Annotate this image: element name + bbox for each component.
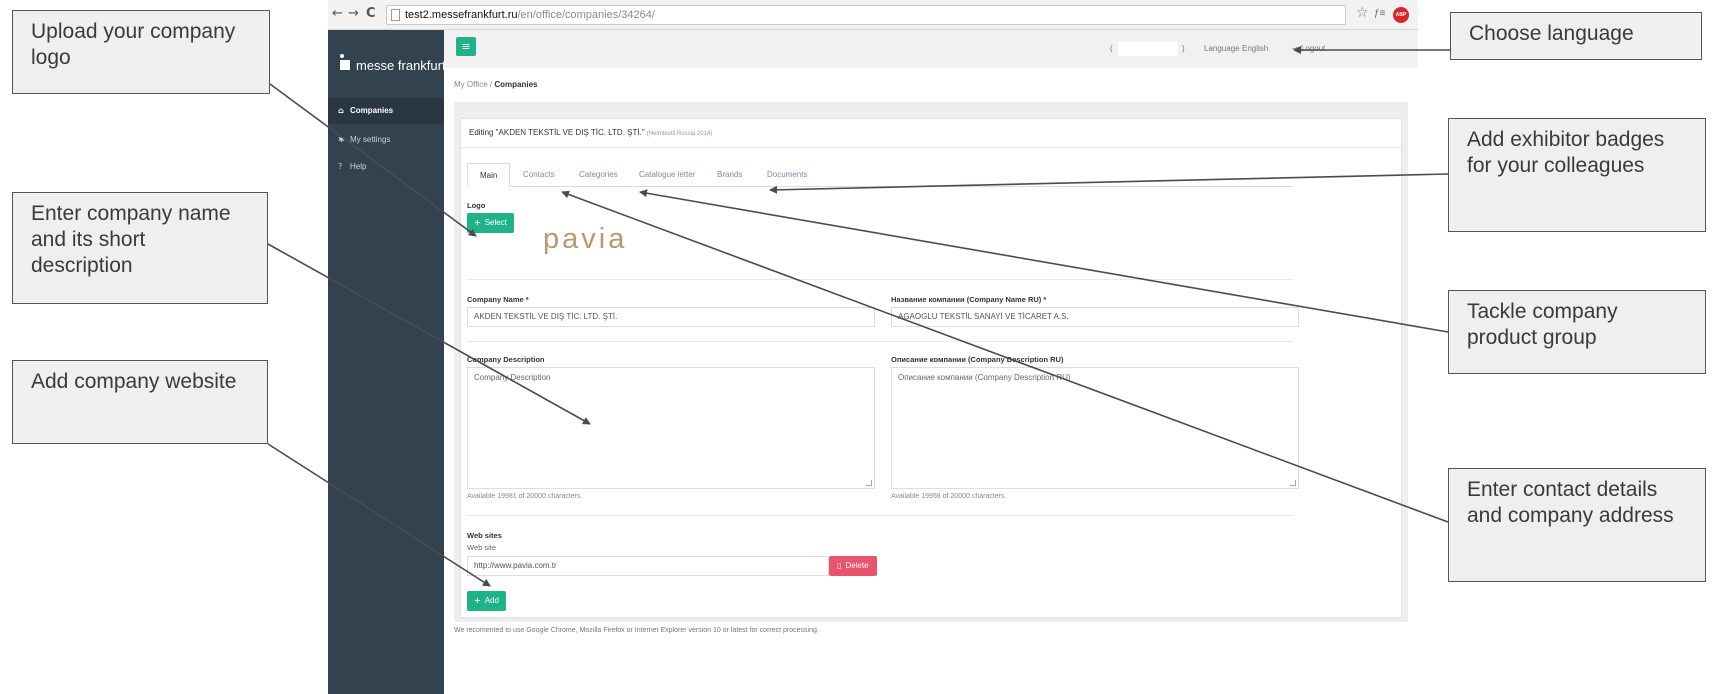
callout-product-group: Tackle company product group [1448,290,1706,374]
callout-contacts: Enter contact details and company addres… [1448,468,1706,582]
callout-upload-logo: Upload your company logo [12,10,270,94]
arrow-badges [769,173,1449,194]
arrow-product-group [639,189,1449,333]
callout-website: Add company website [12,360,268,444]
arrow-contacts [561,190,1449,523]
callout-company-name: Enter company name and its short descrip… [12,192,268,304]
callout-badges: Add exhibitor badges for your colleagues [1448,118,1706,232]
arrow-company-name [267,243,591,425]
arrow-website [267,443,491,587]
callout-language: Choose language [1450,12,1702,60]
arrow-upload-logo [269,83,477,237]
